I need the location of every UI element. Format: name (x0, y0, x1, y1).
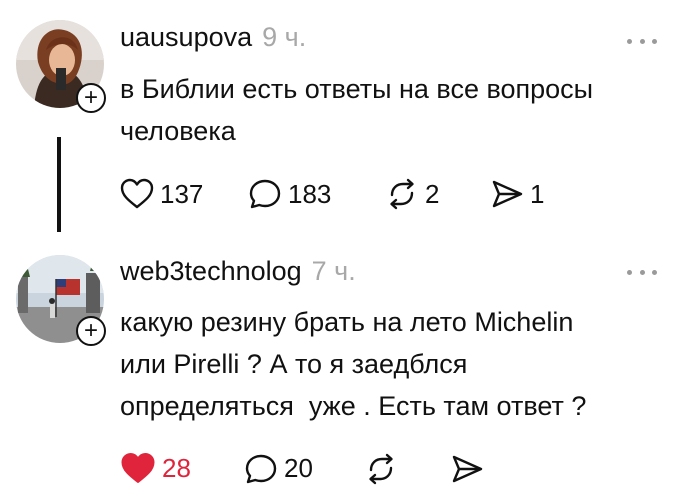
timestamp: 9 ч. (262, 22, 307, 52)
timestamp: 7 ч. (311, 256, 356, 286)
more-icon[interactable] (627, 267, 657, 277)
like-button[interactable]: 28 (120, 452, 244, 485)
repost-icon (390, 178, 414, 210)
share-icon (492, 180, 523, 208)
heart-icon (120, 178, 154, 209)
thread-post: + uausupova 9 ч. в Библии есть ответы на… (0, 0, 695, 245)
follow-plus-icon[interactable]: + (76, 83, 106, 113)
like-button[interactable]: 137 (120, 178, 248, 210)
comment-button[interactable]: 183 (248, 178, 385, 210)
thread-connector-line (57, 137, 61, 232)
post-header: uausupova 9 ч. (120, 22, 306, 53)
repost-icon (369, 453, 393, 484)
like-count: 28 (162, 453, 191, 483)
share-button[interactable]: 1 (490, 178, 544, 210)
share-button[interactable] (450, 453, 490, 485)
action-bar: 28 20 (120, 452, 490, 485)
follow-plus-icon[interactable]: + (76, 316, 106, 346)
more-icon[interactable] (627, 36, 657, 46)
repost-button[interactable]: 2 (385, 178, 490, 210)
repost-button[interactable] (364, 453, 450, 485)
comment-icon (245, 454, 277, 483)
like-count: 137 (160, 178, 204, 209)
comment-count: 183 (288, 178, 332, 209)
share-count: 1 (530, 178, 545, 209)
post-text-line: в Библии есть ответы на все вопросы (120, 74, 594, 104)
comment-icon (249, 179, 281, 209)
post-text: какую резину брать на лето Michelin или … (120, 301, 680, 427)
comment-count: 20 (284, 453, 313, 483)
reply-post: + web3technolog 7 ч. какую резину брать … (0, 245, 695, 504)
post-header: web3technolog 7 ч. (120, 256, 356, 287)
post-text-line: человека (120, 116, 236, 146)
post-text-line: или Pirelli ? А то я заедблся (120, 349, 468, 379)
post-text-line: определяться уже . Есть там ответ ? (120, 391, 587, 421)
share-icon (452, 455, 483, 482)
heart-icon (121, 453, 155, 483)
username[interactable]: uausupova (120, 22, 252, 53)
post-text-line: какую резину брать на лето Michelin (120, 307, 574, 337)
action-bar: 137 183 2 1 (120, 178, 544, 210)
post-text: в Библии есть ответы на все вопросы чело… (120, 68, 680, 152)
username[interactable]: web3technolog (120, 256, 302, 287)
repost-count: 2 (425, 178, 440, 209)
comment-button[interactable]: 20 (244, 453, 364, 485)
